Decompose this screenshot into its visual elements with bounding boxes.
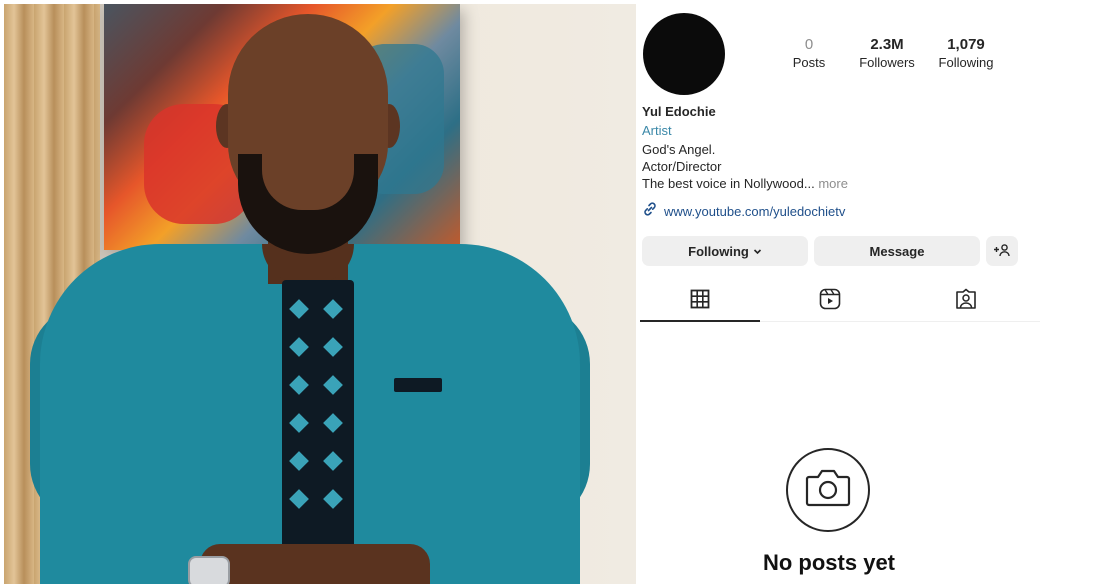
followers-label: Followers [859, 55, 915, 70]
bio-line: The best voice in Nollywood... [642, 176, 815, 191]
posts-label: Posts [792, 55, 826, 70]
stat-posts[interactable]: 0 Posts [776, 36, 842, 72]
shirt-pocket [394, 378, 442, 392]
bio-line-last: The best voice in Nollywood... more [642, 175, 848, 193]
followers-count: 2.3M [870, 36, 904, 53]
following-button-label: Following [688, 243, 749, 259]
profile-tabs [640, 282, 1040, 322]
following-count: 1,079 [947, 36, 985, 53]
profile-photo [4, 4, 636, 584]
person [30, 4, 590, 584]
shirt-placket [282, 280, 354, 552]
tab-reels[interactable] [770, 282, 890, 320]
empty-state-circle [786, 448, 870, 532]
stat-following[interactable]: 1,079 Following [930, 36, 1002, 72]
link-icon [642, 201, 658, 222]
following-label: Following [938, 55, 994, 70]
wristwatch [188, 556, 230, 584]
bio-line: God's Angel. [642, 142, 716, 157]
message-button[interactable]: Message [814, 236, 980, 266]
following-button[interactable]: Following [642, 236, 808, 266]
bio-line: Actor/Director [642, 159, 722, 174]
active-tab-indicator [640, 320, 760, 322]
suggested-users-button[interactable] [986, 236, 1018, 266]
tab-tagged[interactable] [906, 282, 1026, 320]
stat-followers[interactable]: 2.3M Followers [852, 36, 922, 72]
posts-count: 0 [804, 36, 814, 53]
profile-link[interactable]: www.youtube.com/yuledochietv [642, 201, 846, 222]
chevron-down-icon [753, 244, 762, 259]
hands [200, 544, 430, 584]
tab-posts[interactable] [640, 282, 760, 320]
link-text: www.youtube.com/yuledochietv [664, 203, 846, 219]
camera-icon [805, 468, 851, 513]
empty-state-title: No posts yet [762, 550, 896, 575]
reels-icon [819, 288, 841, 315]
tagged-icon [955, 288, 977, 315]
message-button-label: Message [869, 243, 925, 259]
profile-name: Yul Edochie [642, 104, 716, 119]
bio-more-link[interactable]: more [818, 176, 848, 191]
add-person-icon [993, 243, 1011, 260]
profile-category: Artist [642, 123, 672, 138]
profile-panel: 0 Posts 2.3M Followers 1,079 Following Y… [636, 0, 1120, 588]
grid-icon [690, 289, 710, 314]
avatar[interactable] [643, 13, 725, 95]
